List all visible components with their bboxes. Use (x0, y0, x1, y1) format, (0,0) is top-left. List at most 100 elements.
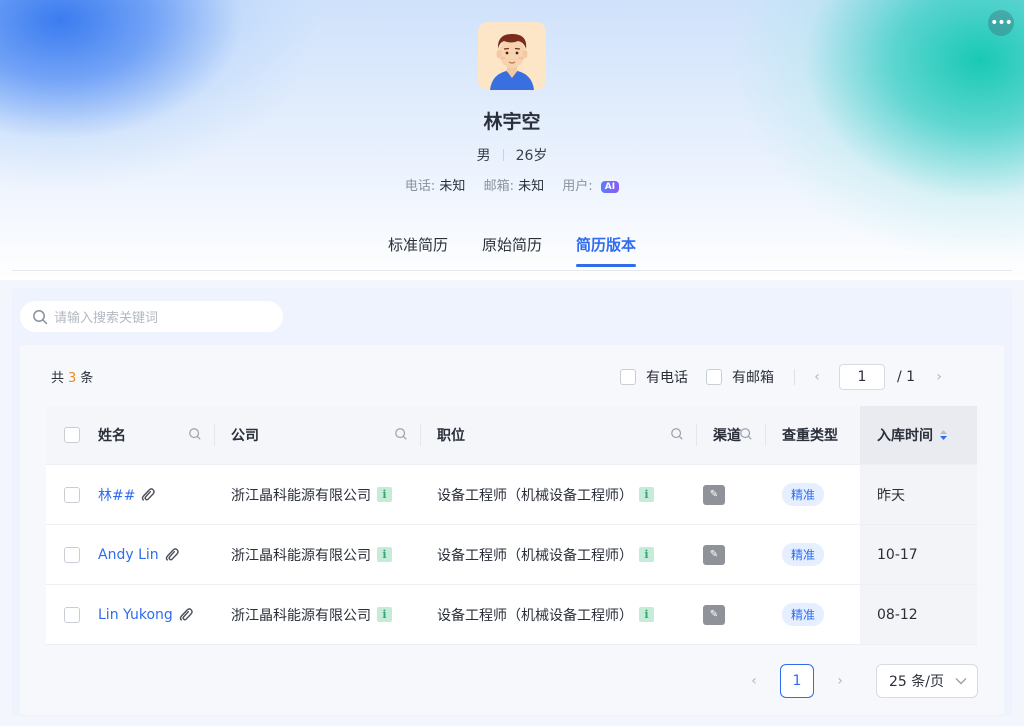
more-options-button[interactable]: ••• (988, 10, 1014, 36)
email-label: 邮箱: (483, 179, 514, 194)
page-jump-input[interactable]: 1 (839, 364, 885, 390)
column-position: 职位 (420, 406, 696, 464)
gender: 男 (476, 148, 491, 164)
has-phone-label[interactable]: 有电话 (646, 367, 688, 387)
name-cell: Lin Yukong (98, 585, 214, 644)
table-header: 姓名 公司 职位 渠道 查重类型 入库时间 (46, 406, 977, 465)
paperclip-icon[interactable] (140, 487, 156, 502)
dup-type-cell: 精准 (765, 465, 860, 524)
has-phone-checkbox[interactable] (620, 369, 636, 385)
time-cell: 昨天 (860, 465, 977, 524)
position-text: 设备工程师（机械设备工程师） (437, 487, 633, 504)
row-checkbox[interactable] (64, 606, 80, 623)
column-time[interactable]: 入库时间 (860, 406, 977, 464)
channel-icon: ✎ (703, 484, 725, 505)
search-icon (33, 309, 48, 324)
column-channel-label: 渠道 (713, 428, 741, 444)
candidate-link[interactable]: 林## (98, 485, 135, 505)
divider (502, 149, 504, 161)
channel-cell: ✎ (696, 585, 765, 644)
paperclip-icon[interactable] (164, 547, 179, 562)
table-row[interactable]: Lin Yukong 浙江晶科能源有限公司 i 设备工程师（机械设备工程师） i… (46, 585, 977, 645)
has-email-checkbox[interactable] (706, 369, 722, 385)
column-company: 公司 (214, 406, 420, 464)
search-icon[interactable] (739, 427, 753, 441)
search-icon[interactable] (188, 427, 202, 441)
position-cell: 设备工程师（机械设备工程师） i (420, 585, 696, 644)
chevron-down-icon (955, 678, 967, 685)
divider (794, 369, 795, 385)
paperclip-icon[interactable] (178, 607, 193, 622)
channel-icon: ✎ (703, 544, 725, 565)
contact-info: 电话: 未知 邮箱: 未知 用户: AI (0, 175, 1024, 194)
company-text: 浙江晶科能源有限公司 (231, 547, 371, 564)
info-icon[interactable]: i (639, 607, 654, 622)
info-icon[interactable]: i (639, 487, 654, 502)
page-button-current[interactable]: 1 (780, 664, 814, 698)
search-icon[interactable] (394, 427, 408, 441)
candidate-link[interactable]: Andy Lin (98, 547, 159, 563)
time-cell: 10-17 (860, 525, 977, 584)
dup-type-tag: 精准 (782, 543, 825, 566)
info-icon[interactable]: i (377, 607, 392, 622)
chevron-left-icon[interactable]: ‹ (744, 673, 764, 689)
name-cell: Andy Lin (98, 525, 214, 584)
dup-type-tag: 精准 (782, 483, 825, 506)
result-count: 共3条 (51, 367, 93, 386)
search-input[interactable]: 请输入搜索关键词 (20, 301, 283, 332)
page-size-select[interactable]: 25 条/页 (876, 664, 978, 698)
company-text: 浙江晶科能源有限公司 (231, 487, 371, 504)
column-company-label: 公司 (231, 428, 259, 444)
pagination: ‹ 1 › 25 条/页 (744, 664, 978, 698)
chevron-right-icon[interactable]: › (830, 673, 850, 689)
select-all-checkbox[interactable] (64, 427, 80, 443)
candidate-link[interactable]: Lin Yukong (98, 607, 173, 623)
row-checkbox-cell (46, 465, 98, 524)
column-position-label: 职位 (437, 428, 465, 444)
chevron-right-icon[interactable]: › (929, 369, 949, 385)
user-label: 用户: (562, 179, 593, 194)
search-placeholder: 请输入搜索关键词 (54, 311, 159, 326)
info-icon[interactable]: i (639, 547, 654, 562)
sort-icon[interactable] (939, 429, 948, 441)
channel-cell: ✎ (696, 465, 765, 524)
dup-type-tag: 精准 (782, 603, 825, 626)
header-checkbox-cell (46, 406, 98, 464)
company-cell: 浙江晶科能源有限公司 i (214, 465, 420, 524)
resume-versions-table: 姓名 公司 职位 渠道 查重类型 入库时间 林## 浙江晶科能源有限公司 i 设… (46, 406, 977, 645)
info-icon[interactable]: i (377, 547, 392, 562)
time-cell: 08-12 (860, 585, 977, 644)
phone-value: 未知 (439, 179, 466, 194)
row-checkbox[interactable] (64, 486, 80, 503)
email-value: 未知 (518, 179, 545, 194)
column-name: 姓名 (98, 406, 214, 464)
search-icon[interactable] (670, 427, 684, 441)
channel-icon: ✎ (703, 604, 725, 625)
candidate-name: 林宇空 (483, 111, 541, 133)
position-text: 设备工程师（机械设备工程师） (437, 607, 633, 624)
dup-type-cell: 精准 (765, 585, 860, 644)
column-dup-type: 查重类型 (765, 406, 860, 464)
column-name-label: 姓名 (98, 428, 126, 444)
column-dup-type-label: 查重类型 (782, 428, 838, 444)
tab-resume-versions[interactable]: 简历版本 (576, 234, 637, 267)
channel-cell: ✎ (696, 525, 765, 584)
tabs-divider (12, 270, 1012, 271)
table-row[interactable]: Andy Lin 浙江晶科能源有限公司 i 设备工程师（机械设备工程师） i ✎… (46, 525, 977, 585)
position-text: 设备工程师（机械设备工程师） (437, 547, 633, 564)
column-channel: 渠道 (696, 406, 765, 464)
age: 26岁 (515, 148, 548, 164)
page-total: / 1 (897, 369, 916, 385)
table-row[interactable]: 林## 浙江晶科能源有限公司 i 设备工程师（机械设备工程师） i ✎ 精准 昨… (46, 465, 977, 525)
chevron-left-icon[interactable]: ‹ (807, 369, 827, 385)
ai-user-badge: AI (600, 181, 620, 193)
name-cell: 林## (98, 465, 214, 524)
dup-type-cell: 精准 (765, 525, 860, 584)
row-checkbox[interactable] (64, 546, 80, 563)
more-icon: ••• (990, 15, 1013, 31)
info-icon[interactable]: i (377, 487, 392, 502)
position-cell: 设备工程师（机械设备工程师） i (420, 525, 696, 584)
has-email-label[interactable]: 有邮箱 (732, 367, 774, 387)
tab-standard-resume[interactable]: 标准简历 (388, 234, 448, 265)
tab-original-resume[interactable]: 原始简历 (482, 234, 542, 265)
